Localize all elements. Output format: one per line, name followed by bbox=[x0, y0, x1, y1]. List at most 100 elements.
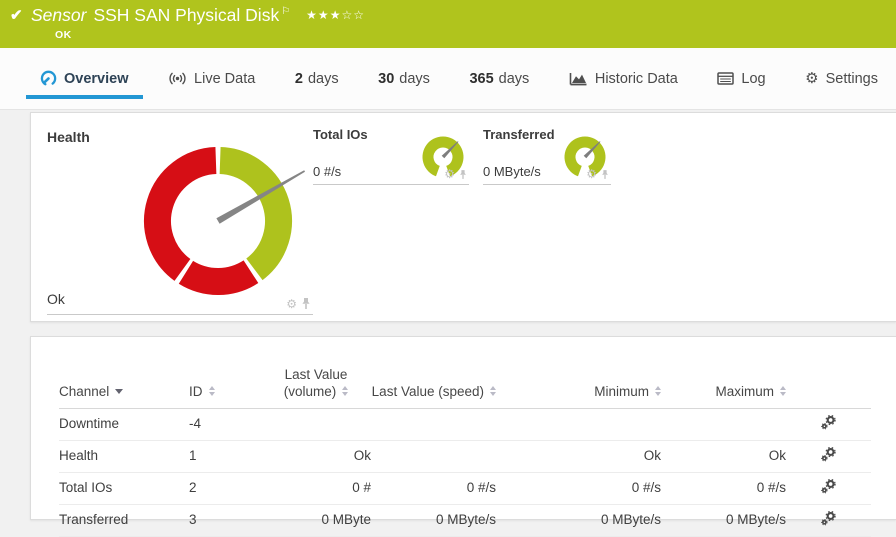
channel-settings-gears-icon[interactable] bbox=[821, 414, 836, 433]
cell-id: 2 bbox=[189, 472, 261, 505]
tab-historic-data[interactable]: Historic Data bbox=[555, 48, 692, 109]
column-label: Maximum bbox=[715, 383, 774, 399]
pin-icon[interactable] bbox=[601, 169, 609, 180]
tab-label: Overview bbox=[64, 70, 129, 87]
log-icon bbox=[717, 72, 735, 85]
channel-settings-gears-icon[interactable] bbox=[821, 446, 836, 465]
column-label: Channel bbox=[59, 383, 110, 399]
overview-gauges-panel: Health Ok ⚙ Total IOs 0 #/s ⚙ Transferre… bbox=[30, 112, 896, 322]
tab-settings[interactable]: ⚙ Settings bbox=[791, 48, 892, 109]
channel-settings-gears-icon[interactable] bbox=[821, 478, 836, 497]
cell-channel: Total IOs bbox=[59, 472, 189, 505]
tab-label: days bbox=[399, 70, 430, 87]
tab-log[interactable]: Log bbox=[703, 48, 779, 109]
cell-last-value-volume: 0 MByte bbox=[261, 504, 371, 537]
cell-maximum bbox=[661, 408, 786, 441]
cell-id: 3 bbox=[189, 504, 261, 537]
broadcast-icon bbox=[168, 72, 187, 85]
gauge-title: Total IOs bbox=[313, 127, 368, 142]
tab-label: days bbox=[307, 70, 339, 87]
gauge-title: Transferred bbox=[483, 127, 555, 142]
column-header-actions bbox=[786, 367, 871, 409]
column-label: ID bbox=[189, 383, 203, 399]
cell-minimum: 0 #/s bbox=[496, 472, 661, 505]
cell-last-value-speed bbox=[371, 440, 496, 473]
gear-icon[interactable]: ⚙ bbox=[586, 168, 597, 180]
tab-label-number: 30 bbox=[378, 70, 395, 87]
column-label: Last Value bbox=[284, 367, 348, 382]
area-chart-icon bbox=[569, 72, 588, 86]
channel-table: Channel ID Last Value (volume) Last Valu… bbox=[59, 367, 871, 537]
column-header-channel[interactable]: Channel bbox=[59, 367, 189, 409]
column-header-minimum[interactable]: Minimum bbox=[496, 367, 661, 409]
gauge-value: Ok bbox=[47, 291, 65, 307]
cell-last-value-volume: Ok bbox=[261, 440, 371, 473]
sort-icon bbox=[342, 386, 349, 397]
cell-channel: Transferred bbox=[59, 504, 189, 537]
health-donut-gauge bbox=[144, 147, 305, 295]
table-row-health[interactable]: Health 1 Ok Ok Ok bbox=[59, 440, 871, 473]
cell-last-value-volume bbox=[261, 408, 371, 441]
gear-icon: ⚙ bbox=[805, 70, 819, 87]
pin-icon[interactable] bbox=[301, 297, 311, 310]
gauge-toolbar: ⚙ bbox=[444, 168, 467, 180]
stars-filled: ★★★ bbox=[306, 8, 342, 22]
check-icon: ✔ bbox=[10, 7, 23, 24]
priority-stars[interactable]: ★★★☆☆ bbox=[306, 8, 365, 22]
gear-icon[interactable]: ⚙ bbox=[444, 168, 455, 180]
cell-minimum: Ok bbox=[496, 440, 661, 473]
column-header-last-value-volume[interactable]: Last Value (volume) bbox=[261, 367, 371, 409]
cell-id: -4 bbox=[189, 408, 261, 441]
gauge-health: Health Ok ⚙ bbox=[47, 125, 313, 315]
column-header-maximum[interactable]: Maximum bbox=[661, 367, 786, 409]
sensor-header: ✔ Sensor SSH SAN Physical Disk ⚐ ★★★☆☆ OK bbox=[0, 0, 896, 48]
cell-last-value-volume: 0 # bbox=[261, 472, 371, 505]
tab-overview[interactable]: Overview bbox=[26, 48, 143, 109]
tab-label: Live Data bbox=[194, 70, 256, 87]
tab-label-number: 365 bbox=[469, 70, 494, 87]
tab-2-days[interactable]: 2 days bbox=[281, 48, 353, 109]
tab-live-data[interactable]: Live Data bbox=[154, 48, 269, 109]
gauge-total-ios: Total IOs 0 #/s ⚙ bbox=[313, 125, 469, 185]
column-label: Last Value (speed) bbox=[371, 383, 484, 399]
stars-empty: ☆☆ bbox=[341, 8, 365, 22]
cell-id: 1 bbox=[189, 440, 261, 473]
status-badge: OK bbox=[55, 29, 72, 41]
table-row-transferred[interactable]: Transferred 3 0 MByte 0 MByte/s 0 MByte/… bbox=[59, 504, 871, 537]
sort-icon bbox=[208, 386, 215, 397]
sort-icon bbox=[655, 386, 661, 397]
column-header-last-value-speed[interactable]: Last Value (speed) bbox=[371, 367, 496, 409]
sort-icon bbox=[490, 386, 496, 397]
cell-minimum bbox=[496, 408, 661, 441]
pin-icon[interactable] bbox=[459, 169, 467, 180]
tab-bar: Overview Live Data 2 days 30 days 365 da… bbox=[0, 48, 896, 110]
cell-maximum: 0 #/s bbox=[661, 472, 786, 505]
cell-last-value-speed: 0 #/s bbox=[371, 472, 496, 505]
gauge-transferred: Transferred 0 MByte/s ⚙ bbox=[483, 125, 611, 185]
cell-channel: Health bbox=[59, 440, 189, 473]
gauge-icon bbox=[40, 70, 57, 87]
cell-maximum: 0 MByte/s bbox=[661, 504, 786, 537]
gear-icon[interactable]: ⚙ bbox=[286, 298, 297, 310]
column-header-id[interactable]: ID bbox=[189, 367, 261, 409]
sort-desc-icon bbox=[115, 388, 124, 394]
gauge-toolbar: ⚙ bbox=[586, 168, 609, 180]
table-row-total-ios[interactable]: Total IOs 2 0 # 0 #/s 0 #/s 0 #/s bbox=[59, 472, 871, 505]
tab-label: days bbox=[498, 70, 530, 87]
flag-icon[interactable]: ⚐ bbox=[281, 6, 290, 17]
cell-channel: Downtime bbox=[59, 408, 189, 441]
page-title: Sensor SSH SAN Physical Disk ⚐ ★★★☆☆ bbox=[31, 5, 365, 26]
gauge-toolbar: ⚙ bbox=[286, 297, 311, 310]
tab-30-days[interactable]: 30 days bbox=[364, 48, 444, 109]
object-type-label: Sensor bbox=[31, 5, 87, 25]
gauge-value: 0 MByte/s bbox=[483, 164, 541, 179]
cell-last-value-speed: 0 MByte/s bbox=[371, 504, 496, 537]
tab-365-days[interactable]: 365 days bbox=[455, 48, 543, 109]
tab-label: Historic Data bbox=[594, 70, 678, 87]
column-label-line2: (volume) bbox=[283, 383, 337, 399]
gauge-value: 0 #/s bbox=[313, 164, 342, 179]
tab-label-number: 2 bbox=[294, 70, 303, 87]
tab-label: Settings bbox=[825, 70, 878, 87]
table-row-downtime[interactable]: Downtime -4 bbox=[59, 408, 871, 441]
sensor-name: SSH SAN Physical Disk bbox=[93, 5, 280, 25]
